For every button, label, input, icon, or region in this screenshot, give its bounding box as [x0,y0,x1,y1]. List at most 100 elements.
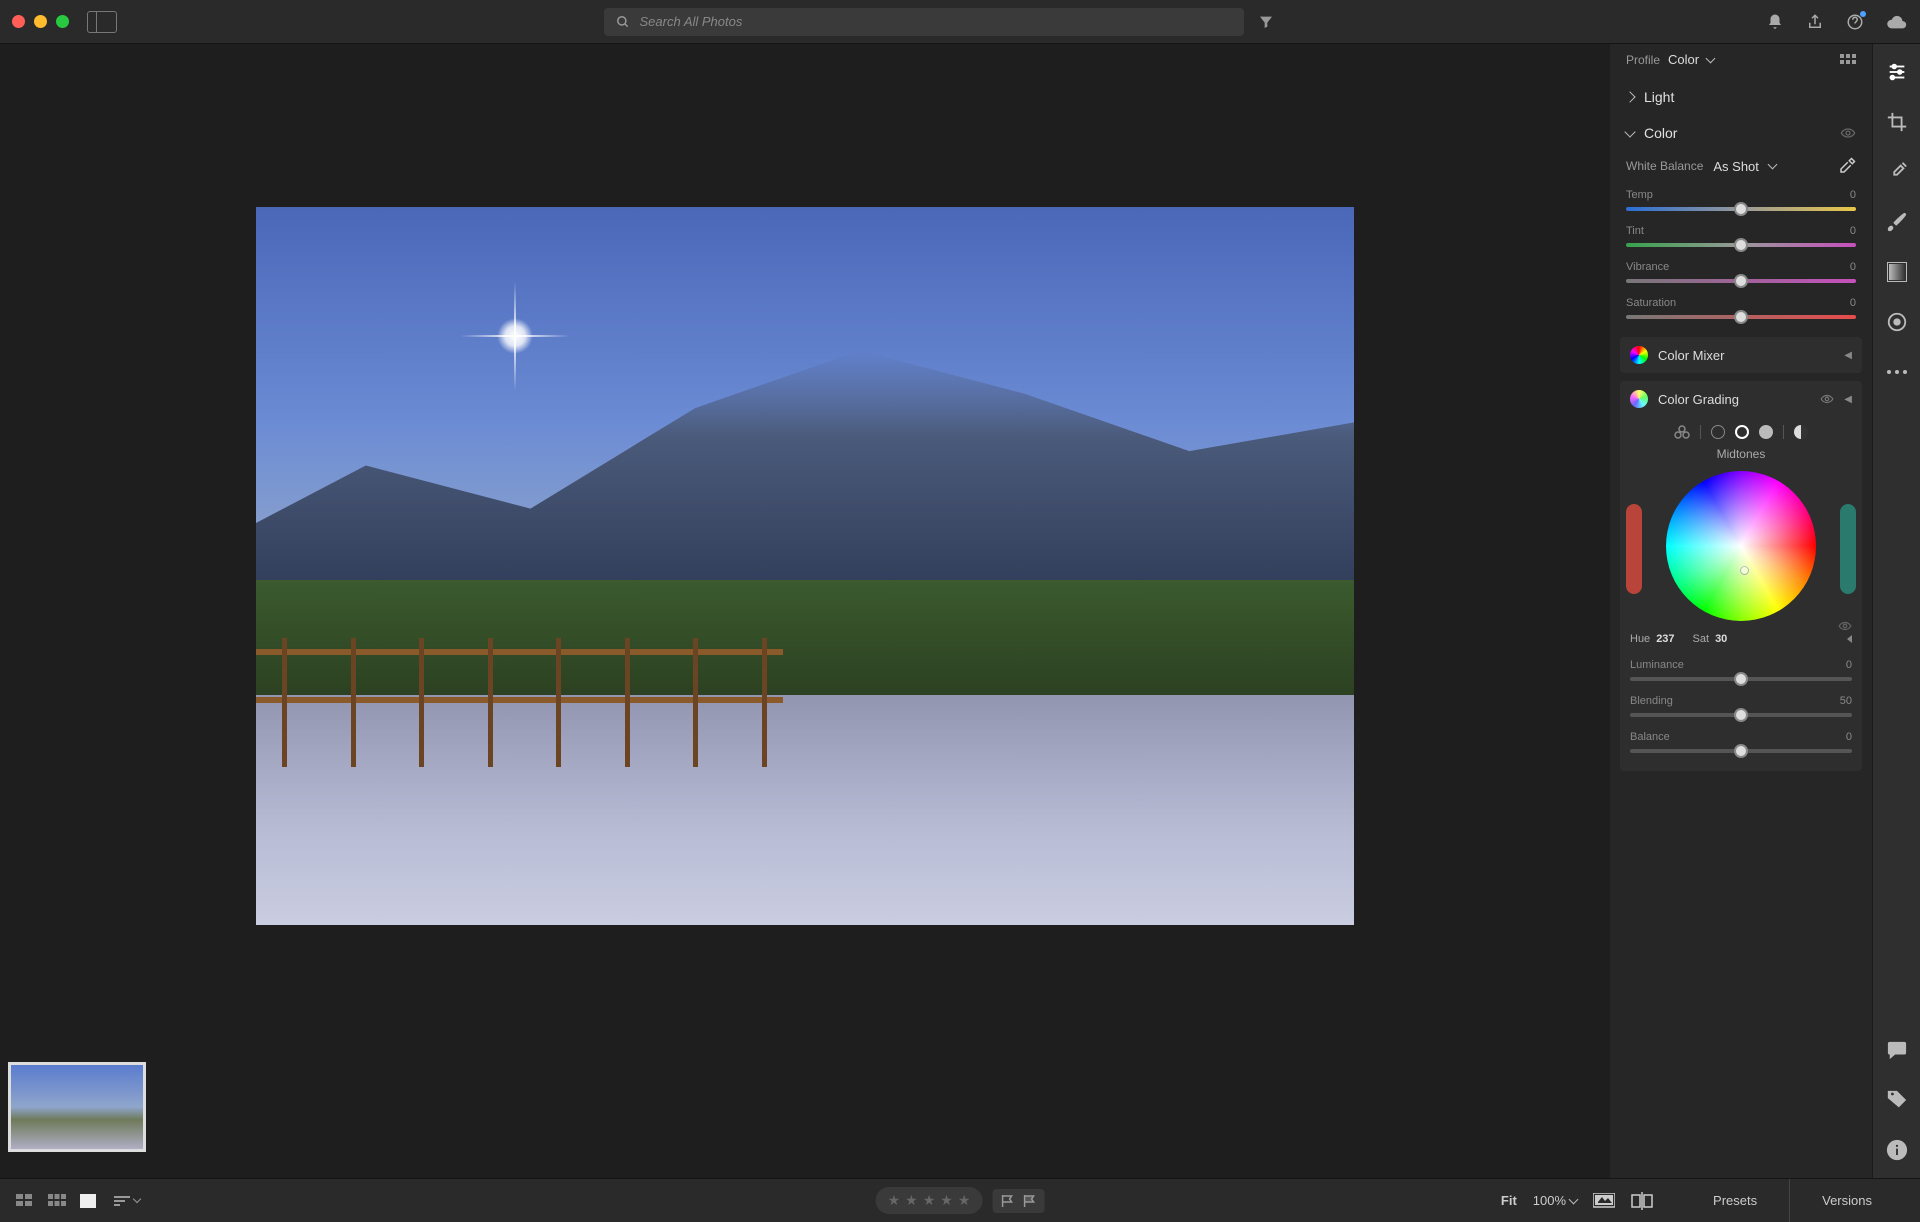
luminance-label: Luminance [1630,659,1684,671]
three-way-icon[interactable] [1674,425,1690,439]
reject-flag-icon[interactable] [1022,1194,1036,1208]
color-grading-icon [1630,390,1648,408]
detail-view[interactable] [80,1194,96,1208]
shadows-tab[interactable] [1711,425,1725,439]
compare-view-icon[interactable] [1631,1192,1653,1210]
search-box[interactable] [604,8,1244,36]
original-toggle-icon[interactable] [1593,1193,1615,1209]
color-mixer-panel[interactable]: Color Mixer ◀ [1620,337,1862,373]
white-balance-row[interactable]: White Balance As Shot [1610,151,1872,185]
square-grid-view[interactable] [48,1194,66,1208]
light-section-header[interactable]: Light [1610,79,1872,115]
color-section-header[interactable]: Color [1610,115,1872,151]
radial-tool[interactable] [1885,310,1909,334]
temp-label: Temp [1626,189,1653,201]
profile-value: Color [1668,52,1699,67]
notifications-icon[interactable] [1766,13,1784,31]
shadow-wheel-peek[interactable] [1626,504,1642,594]
balance-slider[interactable]: Balance0 [1630,727,1852,757]
crop-tool[interactable] [1885,110,1909,134]
collapse-arrow-icon: ◀ [1844,394,1852,405]
zoom-dropdown[interactable]: 100% [1533,1193,1577,1208]
global-tab[interactable] [1794,425,1808,439]
search-input[interactable] [640,14,1232,29]
vibrance-label: Vibrance [1626,261,1669,273]
rating-stars[interactable]: ★★★★★ [876,1187,983,1214]
balance-value: 0 [1846,731,1852,743]
collapse-arrow-icon: ◀ [1844,350,1852,361]
color-mixer-title: Color Mixer [1658,348,1724,363]
main-area: Profile Color Light Color White Balance … [0,44,1920,1178]
close-window[interactable] [12,15,25,28]
eyedropper-icon[interactable] [1838,157,1856,175]
photo-grid-view[interactable] [16,1194,34,1208]
filter-button[interactable] [1252,8,1280,36]
chevron-down-icon [1706,54,1716,64]
cloud-sync-icon[interactable] [1886,13,1908,31]
luminance-slider[interactable]: Luminance0 [1630,655,1852,691]
share-icon[interactable] [1806,13,1824,31]
grading-target-tabs [1630,417,1852,443]
profile-row[interactable]: Profile Color [1610,44,1872,79]
wheel-marker[interactable] [1740,566,1749,575]
color-mixer-icon [1630,346,1648,364]
visibility-icon[interactable] [1838,621,1852,631]
profile-grid-icon[interactable] [1840,54,1856,66]
vibrance-value: 0 [1850,261,1856,273]
sat-value[interactable]: 30 [1715,633,1727,645]
chevron-down-icon [1569,1194,1579,1204]
bottom-bar: ★★★★★ Fit 100% Presets Versions [0,1178,1920,1222]
brush-tool[interactable] [1885,210,1909,234]
visibility-icon[interactable] [1820,394,1834,404]
grading-mode-label: Midtones [1630,443,1852,467]
edit-panel: Profile Color Light Color White Balance … [1610,44,1872,1178]
zoom-value: 100% [1533,1193,1566,1208]
saturation-value: 0 [1850,297,1856,309]
expand-arrow-icon[interactable] [1847,635,1852,643]
photo-canvas[interactable] [0,44,1610,1178]
thumbnail[interactable] [8,1062,146,1152]
more-icon[interactable] [1885,360,1909,384]
view-mode-switcher [16,1194,96,1208]
healing-tool[interactable] [1885,160,1909,184]
hue-label: Hue [1630,633,1650,645]
top-bar [0,0,1920,44]
versions-tab[interactable]: Versions [1790,1179,1904,1222]
left-panel-toggle[interactable] [87,11,117,33]
presets-tab[interactable]: Presets [1681,1179,1789,1222]
saturation-slider[interactable]: Saturation0 [1610,293,1872,329]
minimize-window[interactable] [34,15,47,28]
chevron-right-icon [1624,91,1635,102]
blending-label: Blending [1630,695,1673,707]
vibrance-slider[interactable]: Vibrance 0 [1610,257,1872,293]
visibility-icon[interactable] [1840,127,1856,139]
midtones-tab[interactable] [1735,425,1749,439]
window-controls [12,15,69,28]
edit-tool[interactable] [1885,60,1909,84]
sort-button[interactable] [114,1195,140,1207]
tint-slider[interactable]: Tint 0 [1610,221,1872,257]
tint-label: Tint [1626,225,1644,237]
blending-slider[interactable]: Blending50 [1630,691,1852,727]
temp-slider[interactable]: Temp0 [1610,185,1872,221]
search-icon [616,15,630,29]
comments-icon[interactable] [1885,1038,1909,1062]
tint-value: 0 [1850,225,1856,237]
highlight-wheel-peek[interactable] [1840,504,1856,594]
hue-value[interactable]: 237 [1656,633,1674,645]
tool-strip [1872,44,1920,1178]
maximize-window[interactable] [56,15,69,28]
hue-sat-row: Hue 237 Sat 30 [1630,631,1852,655]
white-balance-label: White Balance [1626,159,1703,173]
chevron-down-icon [1624,126,1635,137]
keywords-icon[interactable] [1885,1088,1909,1112]
color-wheel[interactable] [1666,471,1816,621]
info-icon[interactable] [1885,1138,1909,1162]
help-icon[interactable] [1846,13,1864,31]
color-grading-header[interactable]: Color Grading ◀ [1620,381,1862,417]
highlights-tab[interactable] [1759,425,1773,439]
gradient-tool[interactable] [1885,260,1909,284]
chevron-down-icon [1767,160,1777,170]
pick-flag-icon[interactable] [1000,1194,1014,1208]
fit-label[interactable]: Fit [1501,1193,1517,1208]
